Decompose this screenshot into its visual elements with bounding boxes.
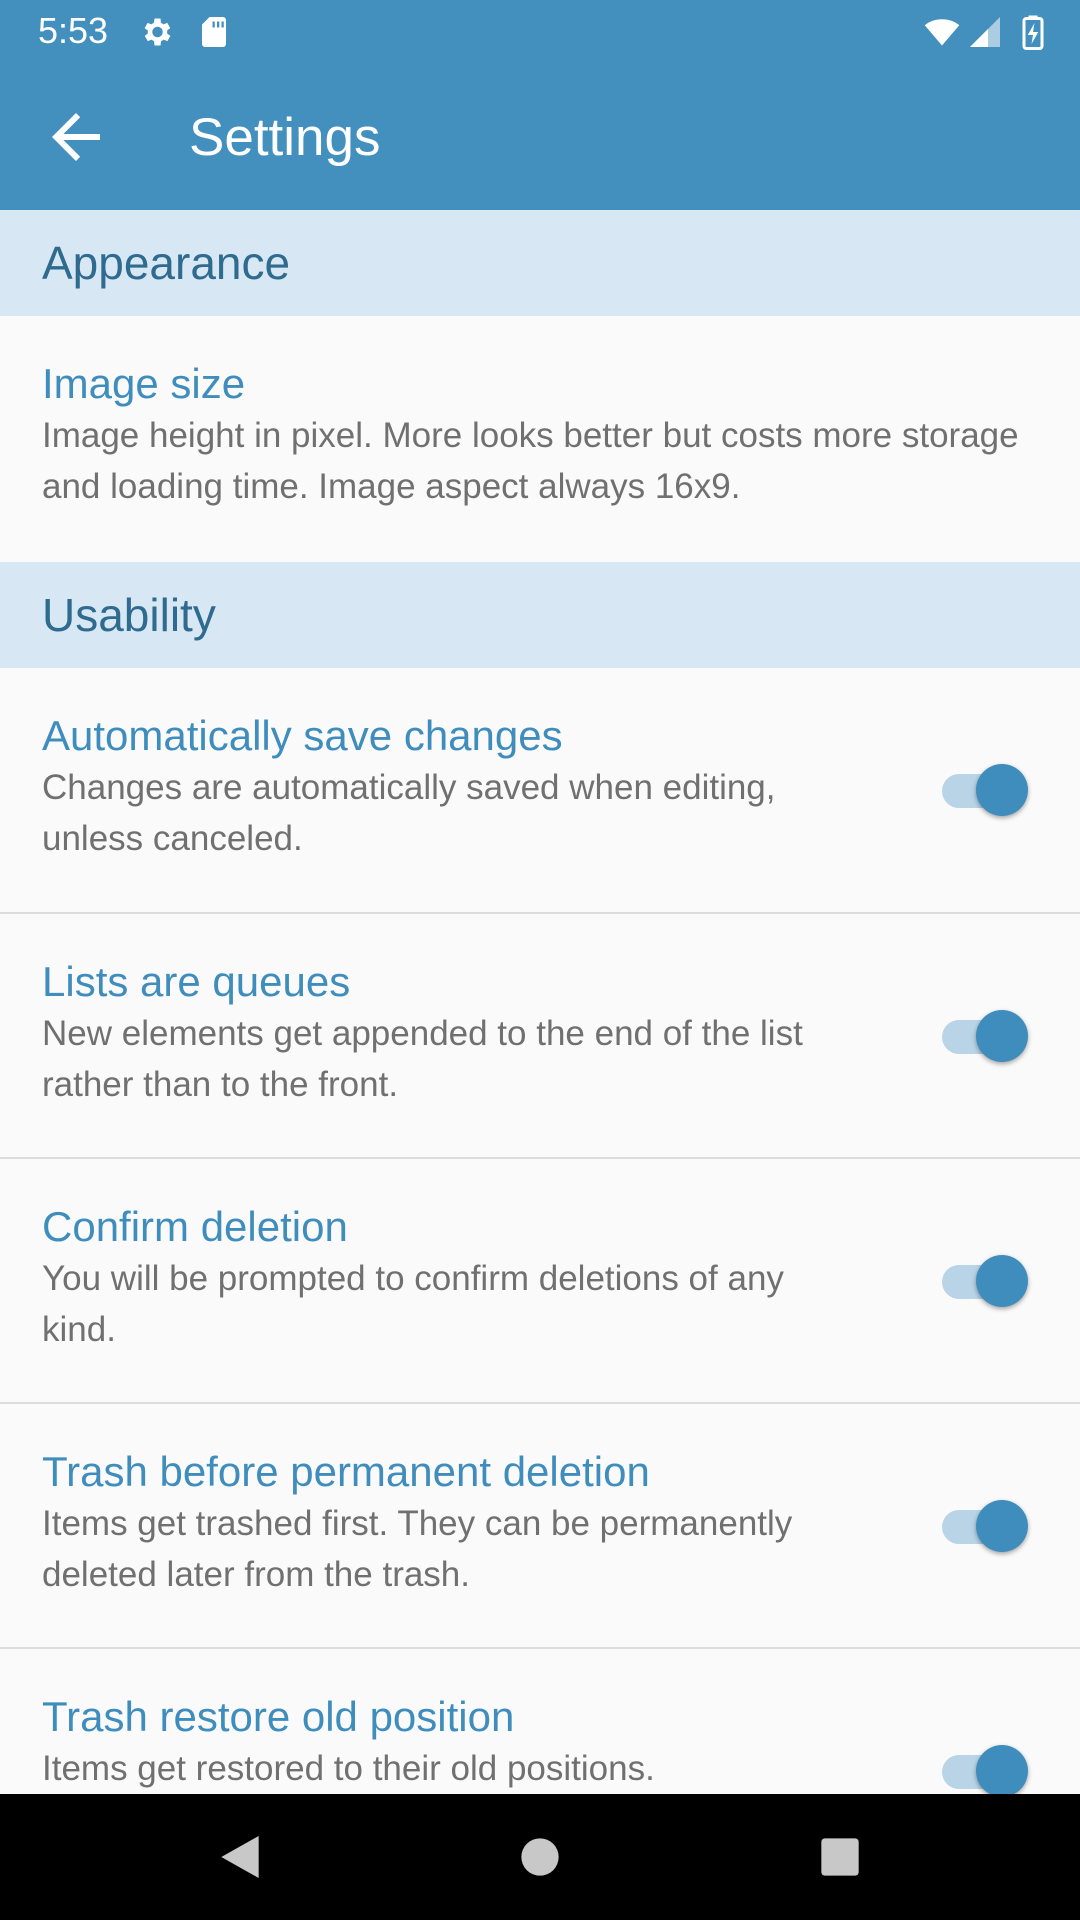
page-title: Settings: [189, 108, 381, 167]
pref-title: Trash before permanent deletion: [42, 1448, 650, 1495]
pref-title: Lists are queues: [42, 958, 351, 1005]
pref-summary: Items get restored to their old position…: [42, 1749, 655, 1788]
toggle-knob: [976, 1745, 1028, 1794]
pref-title: Automatically save changes: [42, 712, 563, 759]
pref-summary: Items get trashed first. They can be per…: [42, 1504, 793, 1594]
trash-before-deletion-toggle[interactable]: [942, 1498, 1028, 1554]
back-triangle-icon[interactable]: [212, 1829, 268, 1885]
pref-summary: You will be prompted to confirm deletion…: [42, 1259, 784, 1349]
app-bar: Settings: [0, 63, 1080, 210]
pref-summary: New elements get appended to the end of …: [42, 1014, 803, 1104]
toggle-knob: [976, 1010, 1028, 1062]
section-header-usability: Usability: [0, 562, 1080, 668]
status-bar: 5:53: [0, 0, 1080, 63]
pref-title: Image size: [42, 360, 246, 407]
pref-summary: Changes are automatically saved when edi…: [42, 768, 776, 858]
arrow-back-icon[interactable]: [40, 101, 112, 173]
recents-square-icon[interactable]: [812, 1829, 868, 1885]
pref-confirm-deletion[interactable]: Confirm deletion You will be prompted to…: [0, 1159, 1080, 1404]
wifi-icon: [924, 19, 960, 46]
pref-summary: Image height in pixel. More looks better…: [42, 416, 1019, 506]
pref-image-size[interactable]: Image size Image height in pixel. More l…: [0, 316, 1080, 562]
lists-are-queues-toggle[interactable]: [942, 1008, 1028, 1064]
pref-auto-save[interactable]: Automatically save changes Changes are a…: [0, 668, 1080, 914]
pref-trash-before-deletion[interactable]: Trash before permanent deletion Items ge…: [0, 1404, 1080, 1649]
status-time: 5:53: [38, 10, 109, 51]
toggle-knob: [976, 1255, 1028, 1307]
battery-charging-icon: [1022, 15, 1044, 50]
home-circle-icon[interactable]: [512, 1829, 568, 1885]
navigation-bar: [0, 1794, 1080, 1920]
section-header-appearance: Appearance: [0, 210, 1080, 316]
gear-icon: [144, 18, 171, 46]
toggle-knob: [976, 1500, 1028, 1552]
toggle-knob: [976, 764, 1028, 816]
pref-title: Confirm deletion: [42, 1203, 348, 1250]
pref-trash-restore-position[interactable]: Trash restore old position Items get res…: [0, 1649, 1080, 1794]
trash-restore-position-toggle[interactable]: [942, 1743, 1028, 1794]
confirm-deletion-toggle[interactable]: [942, 1253, 1028, 1309]
signal-icon: [970, 17, 1000, 47]
pref-title: Trash restore old position: [42, 1693, 515, 1740]
sd-card-icon: [202, 17, 226, 47]
settings-list[interactable]: Appearance Image size Image height in pi…: [0, 210, 1080, 1794]
pref-lists-are-queues[interactable]: Lists are queues New elements get append…: [0, 914, 1080, 1159]
auto-save-toggle[interactable]: [942, 762, 1028, 818]
